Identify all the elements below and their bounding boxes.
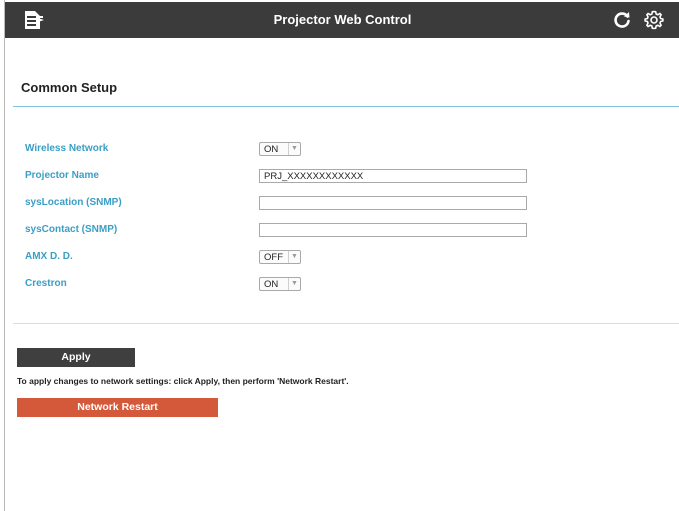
wireless-network-select[interactable]: ON ▼	[259, 142, 301, 156]
chevron-down-icon: ▼	[288, 143, 300, 155]
projector-name-label: Projector Name	[25, 170, 99, 181]
refresh-icon[interactable]	[612, 10, 632, 30]
chevron-down-icon: ▼	[288, 278, 300, 290]
projector-name-input[interactable]	[259, 169, 527, 183]
wireless-network-value: ON	[264, 144, 279, 155]
wireless-network-label: Wireless Network	[25, 143, 109, 154]
amx-dd-label: AMX D. D.	[25, 251, 73, 262]
gear-icon[interactable]	[643, 9, 665, 31]
syslocation-input[interactable]	[259, 196, 527, 210]
syscontact-input[interactable]	[259, 223, 527, 237]
network-restart-button[interactable]: Network Restart	[17, 398, 218, 417]
chevron-down-icon: ▼	[288, 251, 300, 263]
apply-note: To apply changes to network settings: cl…	[17, 376, 349, 386]
content-divider	[13, 323, 679, 324]
apply-button[interactable]: Apply	[17, 348, 135, 367]
section-title: Common Setup	[21, 80, 118, 95]
syslocation-label: sysLocation (SNMP)	[25, 197, 122, 208]
amx-dd-select[interactable]: OFF ▼	[259, 250, 301, 264]
crestron-select[interactable]: ON ▼	[259, 277, 301, 291]
syscontact-label: sysContact (SNMP)	[25, 224, 118, 235]
header-bar: Projector Web Control	[5, 2, 679, 38]
crestron-value: ON	[264, 279, 279, 290]
app-frame: Projector Web Control Common Setup Wirel…	[4, 0, 679, 511]
amx-dd-value: OFF	[264, 252, 283, 263]
page-title: Projector Web Control	[273, 12, 412, 27]
crestron-label: Crestron	[25, 278, 67, 289]
section-divider	[13, 106, 679, 107]
